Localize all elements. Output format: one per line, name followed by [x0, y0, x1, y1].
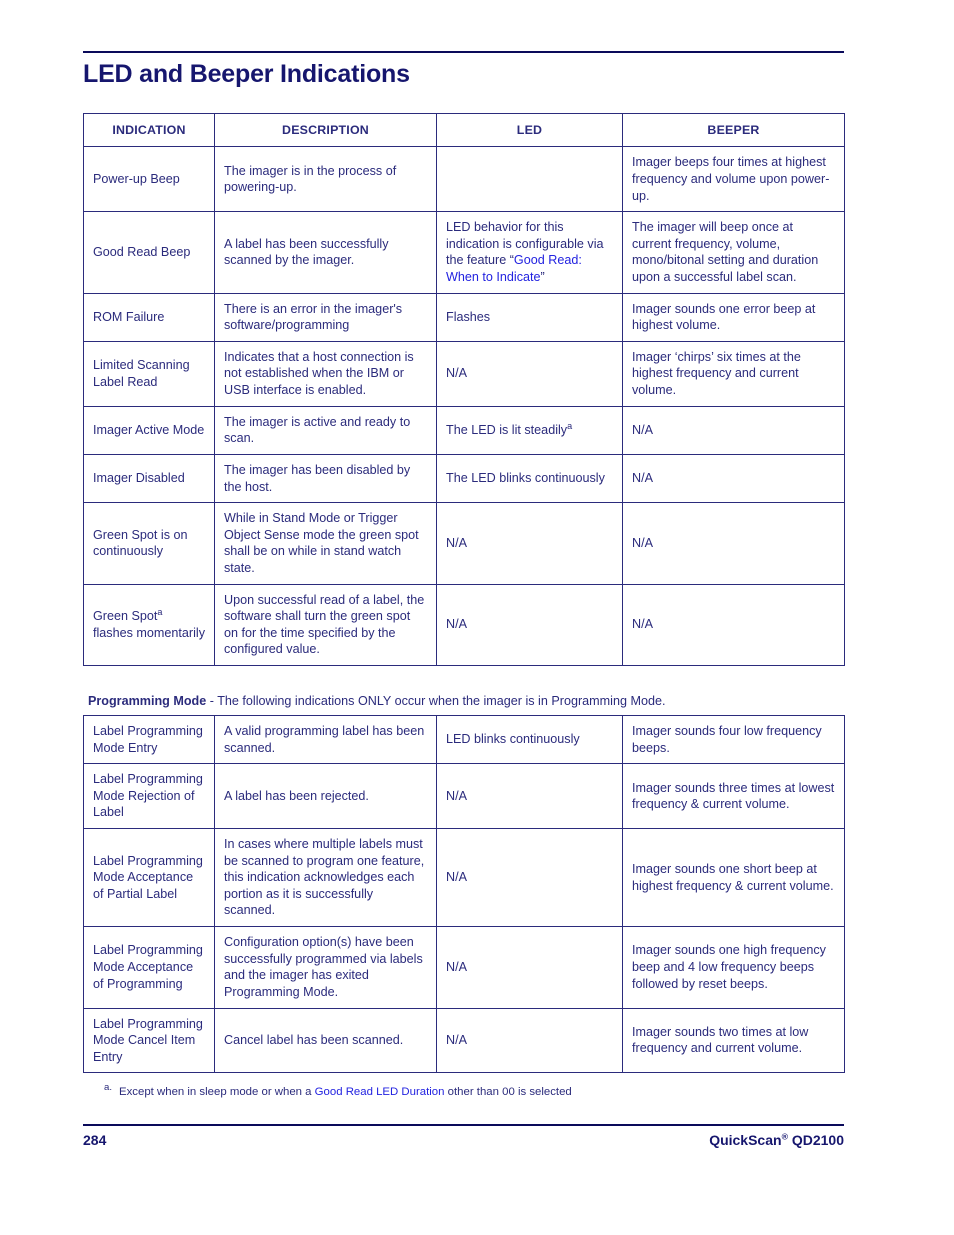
cell-description: The imager is active and ready to scan.: [214, 405, 437, 455]
footer-product-text: QuickScan: [709, 1132, 782, 1148]
column-header-led: LED: [436, 112, 623, 148]
footer-product-name: QuickScan® QD2100: [709, 1132, 844, 1148]
footnote-prefix: Except when in sleep mode or when a: [119, 1085, 315, 1098]
cell-led: N/A: [436, 340, 623, 407]
table-row: Label Programming Mode Acceptance of Pro…: [83, 926, 845, 1009]
cell-beeper: Imager sounds four low frequency beeps.: [622, 714, 845, 765]
cell-description: Cancel label has been scanned.: [214, 1007, 437, 1074]
cell-indication: Label Programming Mode Rejection of Labe…: [83, 763, 215, 830]
cell-description: Upon successful read of a label, the sof…: [214, 583, 437, 667]
cell-led: N/A: [436, 502, 623, 585]
footer-product-model: QD2100: [787, 1132, 844, 1148]
table-body: Power-up Beep The imager is in the proces…: [83, 146, 845, 667]
cell-beeper: N/A: [622, 405, 845, 455]
programming-mode-note: Programming Mode - The following indicat…: [88, 694, 665, 708]
page-title: LED and Beeper Indications: [83, 60, 410, 88]
table-body: Label Programming Mode Entry A valid prog…: [83, 714, 845, 1074]
programming-mode-note-rest: - The following indications ONLY occur w…: [206, 694, 666, 708]
footnote: a. Except when in sleep mode or when a Go…: [104, 1082, 572, 1098]
table-row: Label Programming Mode Cancel Item Entry…: [83, 1007, 845, 1074]
cell-led: N/A: [436, 583, 623, 667]
led-beeper-indications-table: INDICATION DESCRIPTION LED BEEPER Power-…: [83, 112, 845, 667]
header-rule: [83, 51, 844, 53]
indication-text: Green Spot: [93, 609, 158, 624]
cell-beeper: Imager beeps four times at highest frequ…: [622, 146, 845, 213]
table-row: Label Programming Mode Acceptance of Par…: [83, 828, 845, 928]
table-row: Label Programming Mode Rejection of Labe…: [83, 763, 845, 830]
table-row: Green Spota flashes momentarily Upon succ…: [83, 583, 845, 667]
table-row: Imager Disabled The imager has been disab…: [83, 453, 845, 504]
cell-description: A valid programming label has been scann…: [214, 714, 437, 765]
table-row: Power-up Beep The imager is in the proces…: [83, 146, 845, 213]
cell-beeper: Imager sounds two times at low frequency…: [622, 1007, 845, 1074]
cell-beeper: Imager sounds three times at lowest freq…: [622, 763, 845, 830]
cell-description: The imager has been disabled by the host…: [214, 453, 437, 504]
table-row: Label Programming Mode Entry A valid prog…: [83, 714, 845, 765]
footnote-link-good-read-led-duration[interactable]: Good Read LED Duration: [315, 1086, 445, 1098]
cell-indication: ROM Failure: [83, 292, 215, 342]
cell-description: There is an error in the imager's softwa…: [214, 292, 437, 342]
cell-beeper: N/A: [622, 502, 845, 585]
cell-beeper: Imager ‘chirps’ six times at the highest…: [622, 340, 845, 407]
cell-beeper: The imager will beep once at current fre…: [622, 211, 845, 294]
table-row: Imager Active Mode The imager is active a…: [83, 405, 845, 455]
led-text: The LED is lit steadily: [446, 422, 568, 437]
cell-led: N/A: [436, 1007, 623, 1074]
table-row: ROM Failure There is an error in the imag…: [83, 292, 845, 342]
document-page: LED and Beeper Indications INDICATION DE…: [0, 0, 954, 1235]
table-header: INDICATION DESCRIPTION LED BEEPER: [83, 112, 845, 148]
cell-led: N/A: [436, 828, 623, 928]
cell-indication: Imager Disabled: [83, 453, 215, 504]
table-row: Good Read Beep A label has been successfu…: [83, 211, 845, 294]
cell-led: The LED is lit steadilya: [436, 405, 623, 455]
cell-led: LED behavior for this indication is conf…: [436, 211, 623, 294]
indication-text-tail: flashes momentarily: [93, 625, 205, 640]
programming-mode-table: Label Programming Mode Entry A valid prog…: [83, 714, 845, 1074]
programming-mode-note-bold: Programming Mode: [88, 694, 207, 708]
footnote-suffix: other than 00 is selected: [444, 1085, 572, 1098]
cell-indication: Label Programming Mode Entry: [83, 714, 215, 765]
cell-led: The LED blinks continuously: [436, 453, 623, 504]
cell-beeper: Imager sounds one high frequency beep an…: [622, 926, 845, 1009]
footnote-marker: a.: [104, 1082, 113, 1093]
cell-indication: Limited Scanning Label Read: [83, 340, 215, 407]
cell-led: N/A: [436, 763, 623, 830]
table-header-row: INDICATION DESCRIPTION LED BEEPER: [83, 112, 845, 148]
cell-led: LED blinks continuously: [436, 714, 623, 765]
cell-description: The imager is in the process of powering…: [214, 146, 437, 213]
cell-description: Configuration option(s) have been succes…: [214, 926, 437, 1009]
table-row: Green Spot is on continuously While in St…: [83, 502, 845, 585]
footer-rule: [83, 1124, 844, 1126]
column-header-indication: INDICATION: [83, 112, 215, 148]
footer-page-number: 284: [83, 1132, 107, 1148]
cell-description: While in Stand Mode or Trigger Object Se…: [214, 502, 437, 585]
cell-indication: Imager Active Mode: [83, 405, 215, 455]
cell-indication: Power-up Beep: [83, 146, 215, 213]
cell-indication: Label Programming Mode Acceptance of Pro…: [83, 926, 215, 1009]
cell-indication: Green Spot is on continuously: [83, 502, 215, 585]
cell-description: A label has been rejected.: [214, 763, 437, 830]
cell-led: Flashes: [436, 292, 623, 342]
column-header-beeper: BEEPER: [622, 112, 845, 148]
column-header-description: DESCRIPTION: [214, 112, 437, 148]
cell-indication: Green Spota flashes momentarily: [83, 583, 215, 667]
cell-indication: Label Programming Mode Acceptance of Par…: [83, 828, 215, 928]
cell-led: [436, 146, 623, 213]
cell-description: In cases where multiple labels must be s…: [214, 828, 437, 928]
cell-beeper: N/A: [622, 583, 845, 667]
led-beeper-indications-table-wrapper: INDICATION DESCRIPTION LED BEEPER Power-…: [83, 112, 845, 667]
footnote-reference: a: [567, 420, 573, 431]
cell-beeper: N/A: [622, 453, 845, 504]
cell-beeper: Imager sounds one short beep at highest …: [622, 828, 845, 928]
cell-indication: Label Programming Mode Cancel Item Entry: [83, 1007, 215, 1074]
table-row: Limited Scanning Label Read Indicates tha…: [83, 340, 845, 407]
programming-mode-table-wrapper: Label Programming Mode Entry A valid prog…: [83, 714, 845, 1074]
footnote-reference: a: [157, 606, 163, 617]
cell-indication: Good Read Beep: [83, 211, 215, 294]
cell-description: Indicates that a host connection is not …: [214, 340, 437, 407]
cell-beeper: Imager sounds one error beep at highest …: [622, 292, 845, 342]
cell-description: A label has been successfully scanned by…: [214, 211, 437, 294]
led-text-suffix: ”: [540, 270, 545, 285]
cell-led: N/A: [436, 926, 623, 1009]
